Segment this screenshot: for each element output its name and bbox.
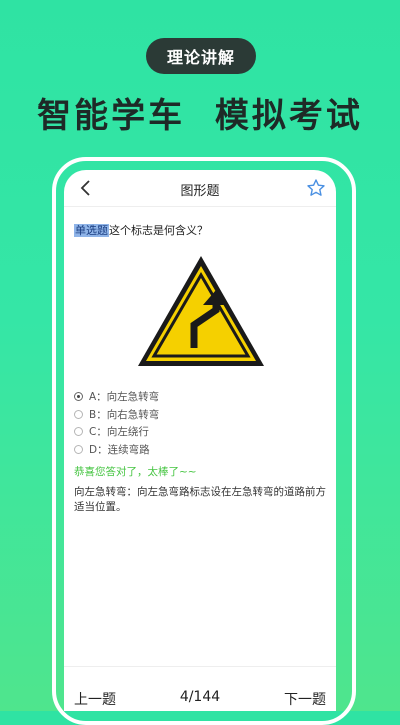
- question-body: 这个标志是何含义？: [109, 224, 208, 237]
- answer-explanation: 向左急转弯：向左急弯路标志设在左急转弯的道路前方适当位置。: [74, 486, 326, 513]
- option-c-label: C：向左绕行: [89, 426, 149, 439]
- top-bar: 图形题: [64, 170, 336, 207]
- app-screen: 图形题 单选题这个标志是何含义？ A：向左急转弯 B：向右急转弯 C：向左绕行 …: [64, 170, 336, 711]
- option-d-label: D：连续弯路: [89, 443, 150, 456]
- option-b[interactable]: B：向右急转弯: [74, 406, 159, 424]
- question-text: 单选题这个标志是何含义？: [74, 222, 208, 238]
- feature-pill-label: 理论讲解: [166, 48, 235, 67]
- sharp-left-turn-warning-sign: [138, 256, 264, 366]
- option-a-label: A：向左急转弯: [89, 391, 160, 404]
- radio-icon[interactable]: [74, 409, 83, 419]
- option-d[interactable]: D：连续弯路: [74, 441, 159, 459]
- bottom-nav: 上一题 4/144 下一题: [64, 666, 336, 711]
- star-outline-icon[interactable]: [306, 178, 326, 198]
- page-title: 图形题: [180, 184, 220, 199]
- radio-icon[interactable]: [74, 444, 83, 454]
- correct-feedback: 恭喜您答对了，太棒了~~: [74, 466, 197, 478]
- question-type-tag: 单选题: [74, 224, 109, 237]
- answer-options: A：向左急转弯 B：向右急转弯 C：向左绕行 D：连续弯路: [74, 388, 159, 458]
- radio-selected-icon[interactable]: [74, 392, 83, 402]
- radio-icon[interactable]: [74, 427, 83, 437]
- option-c[interactable]: C：向左绕行: [74, 423, 159, 441]
- promo-headline: 智能学车 模拟考试: [37, 96, 363, 136]
- next-question-button[interactable]: 下一题: [284, 689, 326, 709]
- option-a[interactable]: A：向左急转弯: [74, 388, 159, 406]
- feature-pill: 理论讲解: [146, 38, 256, 74]
- option-b-label: B：向右急转弯: [89, 408, 160, 421]
